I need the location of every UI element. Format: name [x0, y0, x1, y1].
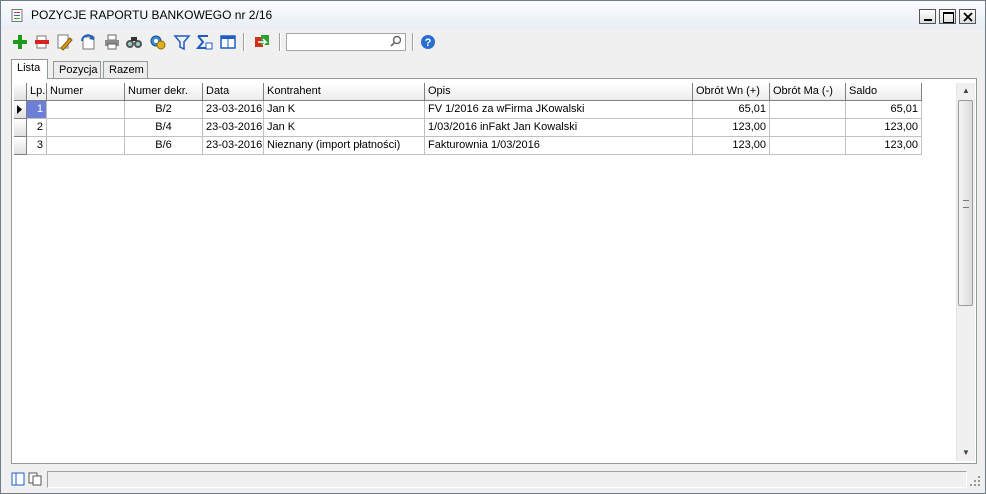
table-cell[interactable]: 2 [27, 119, 47, 137]
filter-icon[interactable] [173, 33, 191, 51]
col-header-label: Numer dekr. [128, 85, 188, 97]
help-icon[interactable]: ? [419, 33, 437, 51]
table-cell[interactable]: Nieznany (import płatności) [264, 137, 425, 155]
toolbar-separator [412, 33, 414, 51]
scroll-grip-icon [963, 200, 969, 208]
table-cell[interactable]: 23-03-2016 [203, 101, 264, 119]
col-header-label: Data [206, 85, 230, 97]
edit-icon[interactable] [55, 33, 73, 51]
row-indicator[interactable] [14, 101, 27, 119]
col-header-numer[interactable]: Numer [47, 83, 125, 101]
toolbar-separator [243, 33, 245, 51]
table-cell[interactable]: 3 [27, 137, 47, 155]
minimize-icon [924, 19, 932, 21]
positions-grid: Lp. Numer Numer dekr. Data Kontrahent Op… [12, 79, 956, 463]
table-cell[interactable]: 65,01 [846, 101, 922, 119]
print-icon[interactable] [103, 33, 121, 51]
resize-grip-icon[interactable] [969, 475, 981, 487]
toolbar-separator [279, 33, 281, 51]
add-icon[interactable] [11, 33, 29, 51]
table-cell[interactable]: 123,00 [846, 137, 922, 155]
columns-icon[interactable] [219, 33, 237, 51]
col-header-label: Obrót Wn (+) [696, 85, 760, 97]
col-header-obrot-wn[interactable]: Obrót Wn (+) [693, 83, 770, 101]
find-icon[interactable] [125, 33, 143, 51]
table-cell[interactable]: B/6 [125, 137, 203, 155]
tab-lista[interactable]: Lista [11, 59, 48, 79]
col-header-opis[interactable]: Opis [425, 83, 693, 101]
table-cell[interactable]: B/4 [125, 119, 203, 137]
sum-icon[interactable] [195, 33, 213, 51]
table-cell[interactable] [47, 137, 125, 155]
single-view-icon[interactable] [11, 472, 25, 486]
table-cell[interactable]: Jan K [264, 101, 425, 119]
table-cell[interactable]: B/2 [125, 101, 203, 119]
vertical-scrollbar[interactable]: ▲ ▼ [956, 83, 975, 461]
table-cell[interactable] [770, 119, 846, 137]
title-bar: POZYCJE RAPORTU BANKOWEGO nr 2/16 [1, 1, 985, 29]
row-indicator[interactable] [14, 137, 27, 155]
table-cell[interactable] [770, 101, 846, 119]
row-indicator[interactable] [14, 119, 27, 137]
col-header-label: Saldo [849, 85, 878, 97]
settings-icon[interactable] [149, 33, 167, 51]
table-cell[interactable]: Jan K [264, 119, 425, 137]
tab-razem[interactable]: Razem [103, 61, 148, 78]
col-header-obrot-ma[interactable]: Obrót Ma (-) [770, 83, 846, 101]
scroll-down-icon[interactable]: ▼ [957, 445, 975, 461]
close-button[interactable] [959, 9, 976, 24]
col-header-label: Obrót Ma (-) [773, 85, 833, 97]
current-row-arrow-icon [17, 105, 22, 114]
table-cell[interactable] [47, 101, 125, 119]
refresh-icon[interactable] [79, 33, 97, 51]
status-field [47, 471, 967, 488]
table-cell[interactable]: 65,01 [693, 101, 770, 119]
search-field[interactable] [286, 33, 406, 51]
list-panel: Lp. Numer Numer dekr. Data Kontrahent Op… [11, 78, 977, 464]
table-cell[interactable]: 123,00 [693, 119, 770, 137]
col-header-label: Lp. [30, 85, 46, 97]
copy-view-icon[interactable] [28, 472, 42, 486]
tab-label: Razem [109, 64, 144, 76]
col-header-lp[interactable]: Lp. [27, 83, 47, 101]
table-cell[interactable]: 123,00 [693, 137, 770, 155]
report-app-icon [11, 9, 23, 22]
minimize-button[interactable] [919, 9, 936, 24]
table-cell[interactable]: 23-03-2016 [203, 119, 264, 137]
maximize-icon [943, 12, 954, 23]
table-cell[interactable]: Fakturownia 1/03/2016 [425, 137, 693, 155]
export-icon[interactable] [253, 33, 271, 51]
header-corner [14, 83, 27, 101]
toolbar: ? [9, 31, 979, 55]
col-header-numer-dekr[interactable]: Numer dekr. [125, 83, 203, 101]
search-icon[interactable] [389, 35, 403, 49]
window-title: POZYCJE RAPORTU BANKOWEGO nr 2/16 [31, 8, 273, 22]
scroll-up-icon[interactable]: ▲ [957, 83, 975, 99]
search-input[interactable] [289, 35, 385, 48]
table-cell[interactable] [770, 137, 846, 155]
col-header-label: Opis [428, 85, 451, 97]
close-icon [963, 12, 973, 22]
status-bar [1, 469, 985, 491]
col-header-kontrahent[interactable]: Kontrahent [264, 83, 425, 101]
table-cell[interactable]: 1 [27, 101, 47, 119]
scroll-thumb[interactable] [958, 100, 973, 306]
col-header-label: Numer [50, 85, 84, 97]
maximize-button[interactable] [939, 9, 956, 24]
table-cell[interactable]: FV 1/2016 za wFirma JKowalski [425, 101, 693, 119]
tab-label: Pozycja [59, 64, 98, 76]
table-cell[interactable]: 23-03-2016 [203, 137, 264, 155]
table-cell[interactable]: 1/03/2016 inFakt Jan Kowalski [425, 119, 693, 137]
table-cell[interactable] [47, 119, 125, 137]
col-header-label: Kontrahent [267, 85, 321, 97]
bank-report-window: POZYCJE RAPORTU BANKOWEGO nr 2/16 ? List… [0, 0, 986, 494]
col-header-saldo[interactable]: Saldo [846, 83, 922, 101]
table-cell[interactable]: 123,00 [846, 119, 922, 137]
col-header-data[interactable]: Data [203, 83, 264, 101]
tab-pozycja[interactable]: Pozycja [53, 61, 101, 78]
delete-icon[interactable] [33, 33, 51, 51]
svg-text:?: ? [425, 37, 432, 49]
tab-label: Lista [17, 62, 41, 74]
